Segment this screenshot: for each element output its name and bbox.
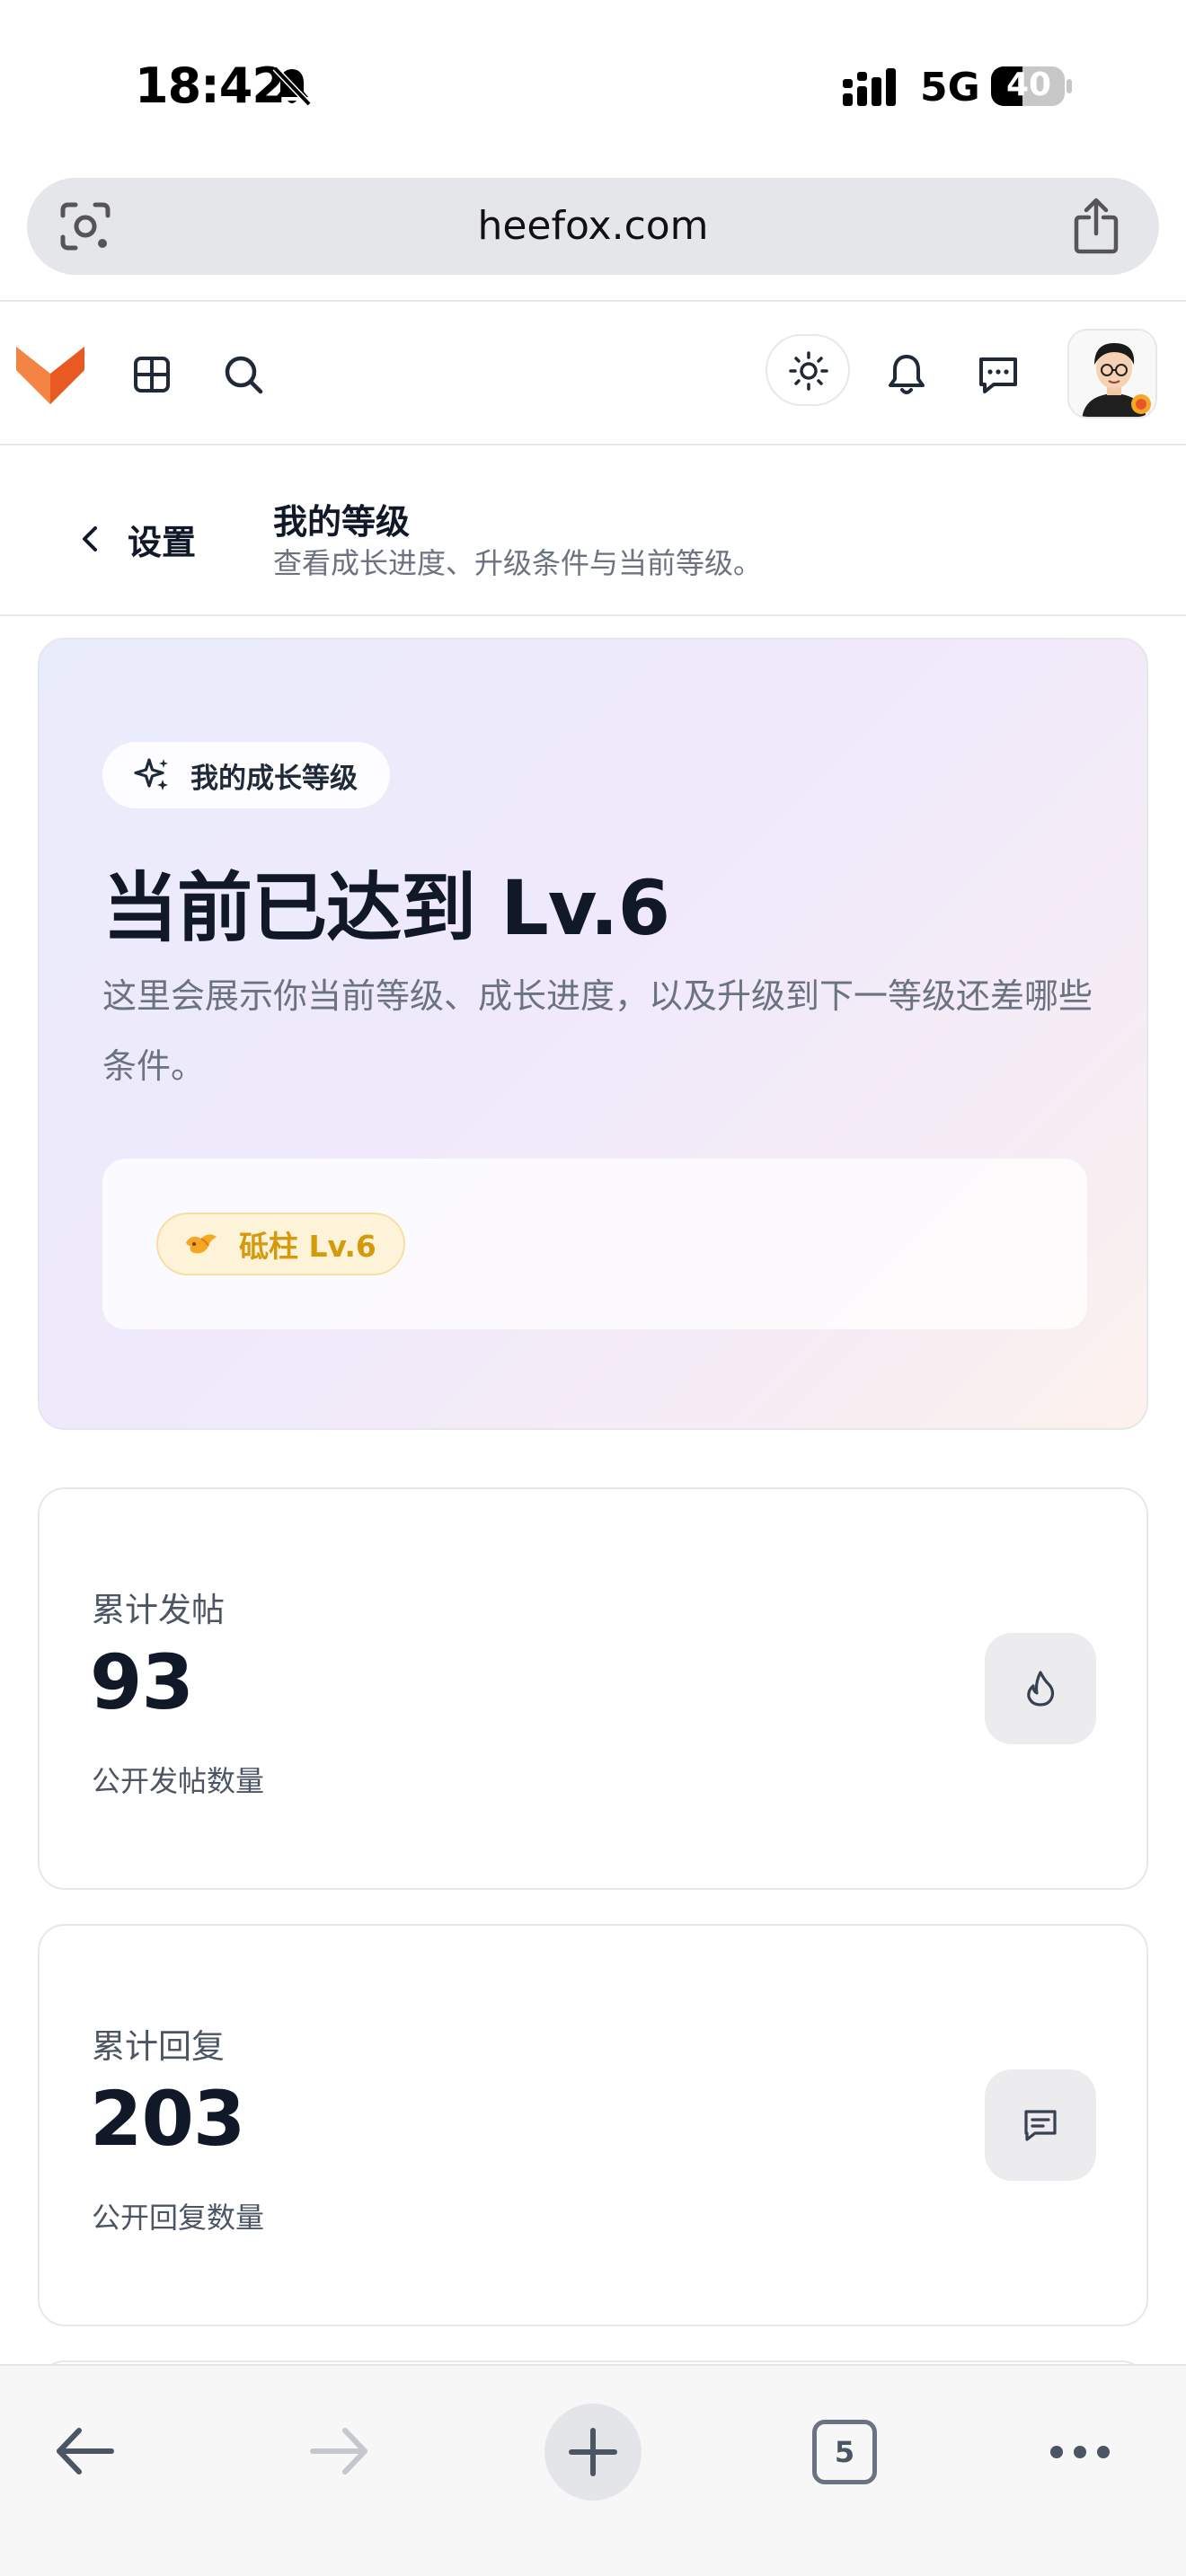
share-icon[interactable] bbox=[1071, 198, 1121, 255]
bell-muted-icon bbox=[272, 66, 312, 107]
stat-label: 累计发帖 bbox=[92, 1591, 225, 1629]
more-icon[interactable] bbox=[1048, 2436, 1112, 2468]
network-label: 5G bbox=[920, 65, 980, 110]
flame-icon bbox=[1027, 1671, 1055, 1707]
hero-description: 这里会展示你当前等级、成长进度，以及升级到下一等级还差哪些条件。 bbox=[102, 976, 1093, 1086]
page-title: 我的等级 bbox=[273, 502, 411, 542]
site-header bbox=[0, 300, 1186, 446]
level-hero-card: 我的成长等级 当前已达到 Lv.6 这里会展示你当前等级、成长进度，以及升级到下… bbox=[38, 638, 1148, 1430]
level-badge: 砥柱 Lv.6 bbox=[156, 1213, 405, 1275]
stat-value: 93 bbox=[90, 1638, 194, 1726]
battery-level: 40 bbox=[1005, 66, 1052, 103]
page-subtitle: 查看成长进度、升级条件与当前等级。 bbox=[273, 546, 763, 580]
stat-card-posts: 累计发帖 93 公开发帖数量 bbox=[38, 1487, 1148, 1890]
level-badge-container: 砥柱 Lv.6 bbox=[102, 1159, 1087, 1329]
sun-icon bbox=[789, 351, 828, 391]
stat-label: 累计回复 bbox=[92, 2027, 225, 2066]
avatar[interactable] bbox=[1067, 329, 1157, 419]
new-tab-button[interactable] bbox=[544, 2404, 642, 2501]
stat-card-replies: 累计回复 203 公开回复数量 bbox=[38, 1924, 1148, 2326]
message-icon bbox=[1024, 2110, 1057, 2141]
stat-caption: 公开回复数量 bbox=[92, 2201, 265, 2235]
plus-icon bbox=[569, 2428, 617, 2476]
stat-icon-box bbox=[985, 2069, 1096, 2181]
chat-icon[interactable] bbox=[976, 352, 1021, 397]
page-header: 设置 我的等级 查看成长进度、升级条件与当前等级。 bbox=[0, 446, 1186, 616]
address-bar[interactable]: heefox.com bbox=[27, 178, 1159, 275]
back-button[interactable]: 设置 bbox=[77, 519, 196, 562]
chevron-left-icon bbox=[83, 526, 97, 551]
theme-toggle-button[interactable] bbox=[766, 334, 850, 406]
stat-value: 203 bbox=[90, 2075, 245, 2163]
stat-icon-box bbox=[985, 1633, 1096, 1744]
back-arrow-icon[interactable] bbox=[52, 2422, 117, 2481]
growth-level-pill: 我的成长等级 bbox=[102, 742, 390, 808]
pill-label: 我的成长等级 bbox=[190, 762, 358, 795]
back-label: 设置 bbox=[128, 522, 197, 562]
bird-icon bbox=[186, 1234, 217, 1254]
stat-caption: 公开发帖数量 bbox=[92, 1764, 265, 1798]
grid-icon[interactable] bbox=[133, 356, 171, 393]
sparkle-icon bbox=[134, 758, 168, 790]
status-time: 18:42 bbox=[135, 57, 286, 114]
browser-toolbar: 5 bbox=[0, 2364, 1186, 2576]
status-bar: 18:42 5G 40 bbox=[0, 0, 1186, 162]
url-text[interactable]: heefox.com bbox=[27, 178, 1159, 275]
bell-icon[interactable] bbox=[884, 352, 929, 397]
hero-title: 当前已达到 Lv.6 bbox=[102, 864, 670, 952]
forward-arrow-icon[interactable] bbox=[307, 2422, 372, 2481]
search-icon[interactable] bbox=[223, 354, 264, 395]
level-badge-label: 砥柱 Lv.6 bbox=[239, 1229, 376, 1264]
fox-logo-icon[interactable] bbox=[14, 343, 86, 406]
tabs-button[interactable]: 5 bbox=[812, 2420, 877, 2484]
user-avatar-icon bbox=[1069, 331, 1155, 417]
signal-icon bbox=[843, 68, 896, 106]
